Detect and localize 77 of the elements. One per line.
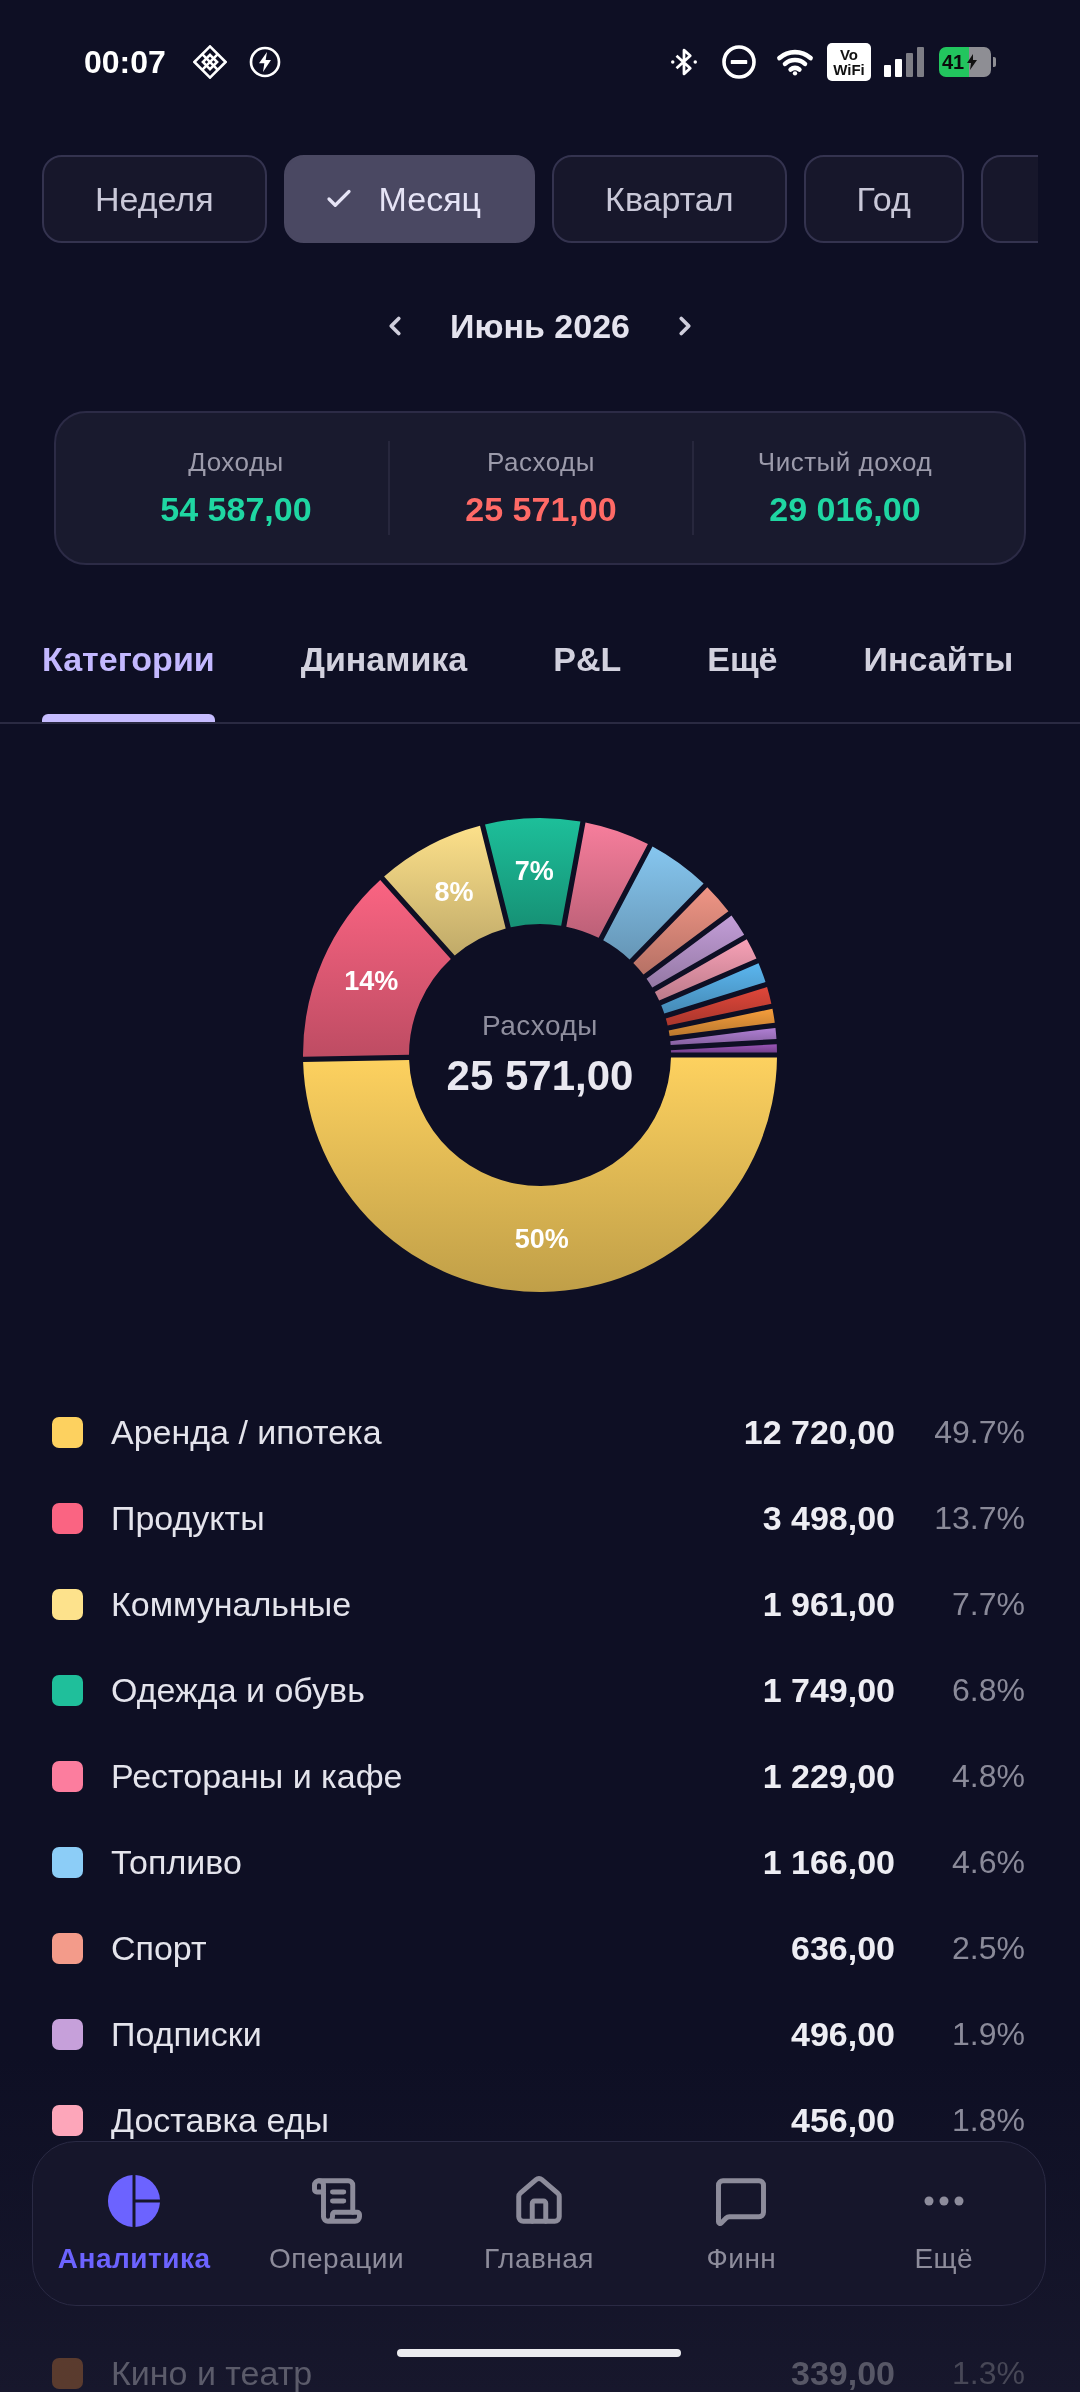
- category-percent: 7.7%: [951, 1587, 1025, 1621]
- category-amount: 1 229,00: [762, 1759, 895, 1793]
- category-row[interactable]: Одежда и обувь 1 749,00 6.8%: [0, 1670, 1080, 1710]
- category-amount: 636,00: [791, 1931, 895, 1965]
- category-name: Одежда и обувь: [111, 1673, 366, 1707]
- category-name: Спорт: [111, 1931, 208, 1965]
- category-name: Топливо: [111, 1845, 243, 1879]
- more-icon: [923, 2196, 964, 2206]
- nav-item[interactable]: Финн: [640, 2142, 843, 2305]
- category-amount: 456,00: [791, 2103, 895, 2137]
- charging-bolt-icon: [967, 54, 978, 70]
- category-name: Кино и театр: [111, 2356, 314, 2390]
- category-row[interactable]: Топливо 1 166,00 4.6%: [0, 1842, 1080, 1882]
- period-chip[interactable]: Месяц: [283, 155, 536, 243]
- category-percent: 2.5%: [951, 1931, 1025, 1965]
- section-tab[interactable]: Ещё: [707, 615, 778, 722]
- category-percent: 4.8%: [951, 1759, 1025, 1793]
- category-name: Аренда / ипотека: [111, 1415, 383, 1449]
- nav-item[interactable]: Аналитика: [33, 2142, 236, 2305]
- summary-value: 54 587,00: [160, 489, 312, 530]
- section-tab[interactable]: Инсайты: [863, 615, 1014, 722]
- category-amount: 1 166,00: [762, 1845, 895, 1879]
- category-name: Рестораны и кафе: [111, 1759, 404, 1793]
- category-amount: 1 749,00: [762, 1673, 895, 1707]
- section-tab[interactable]: Категории: [42, 615, 215, 722]
- signal-icon: [884, 47, 926, 77]
- category-name: Доставка еды: [111, 2103, 330, 2137]
- category-row[interactable]: Аренда / ипотека 12 720,00 49.7%: [0, 1412, 1080, 1452]
- category-row[interactable]: Рестораны и кафе 1 229,00 4.8%: [0, 1756, 1080, 1796]
- wifi-icon: [776, 48, 814, 76]
- period-title: Июнь 2026: [450, 305, 630, 347]
- donut-center-label: Расходы: [482, 1009, 598, 1043]
- category-amount: 12 720,00: [743, 1415, 895, 1449]
- category-name: Продукты: [111, 1501, 266, 1535]
- pie-chart-icon: [107, 2174, 162, 2228]
- section-tab[interactable]: P&L: [553, 615, 622, 722]
- vowifi-indicator: Vo WiFi: [827, 43, 871, 81]
- category-percent: 1.8%: [951, 2103, 1025, 2137]
- bluetooth-icon: [669, 46, 699, 78]
- category-row[interactable]: Доставка еды 456,00 1.8%: [0, 2100, 1080, 2140]
- section-tab[interactable]: Динамика: [300, 615, 468, 722]
- slice-label: 14%: [344, 966, 399, 997]
- diamond-grid-icon: [192, 45, 227, 79]
- bolt-circle-icon: [248, 46, 281, 78]
- category-percent: 49.7%: [933, 1415, 1025, 1449]
- category-row[interactable]: Продукты 3 498,00 13.7%: [0, 1498, 1080, 1538]
- category-percent: 4.6%: [951, 1845, 1025, 1879]
- category-name: Коммунальные: [111, 1587, 353, 1621]
- battery-percent-text: 41: [942, 51, 965, 73]
- nav-item[interactable]: Главная: [437, 2142, 641, 2305]
- summary-label: Расходы: [487, 446, 595, 479]
- summary-label: Доходы: [188, 446, 284, 479]
- category-amount: 496,00: [791, 2017, 895, 2051]
- slice-label: 8%: [434, 877, 474, 908]
- summary-value: 25 571,00: [465, 489, 617, 530]
- category-amount: 1 961,00: [762, 1587, 895, 1621]
- period-chip[interactable]: Неделя: [42, 155, 267, 243]
- summary-value: 29 016,00: [769, 489, 921, 530]
- period-chip[interactable]: Квартал: [552, 155, 787, 243]
- nav-item[interactable]: Ещё: [842, 2142, 1045, 2305]
- category-amount: 3 498,00: [762, 1501, 895, 1535]
- status-time: 00:07: [84, 43, 166, 82]
- category-row[interactable]: Спорт 636,00 2.5%: [0, 1928, 1080, 1968]
- category-percent: 6.8%: [951, 1673, 1025, 1707]
- donut-center-value: 25 571,00: [446, 1051, 634, 1101]
- slice-label: 50%: [514, 1224, 569, 1254]
- category-row[interactable]: Подписки 496,00 1.9%: [0, 2014, 1080, 2054]
- slice-label: 7%: [514, 856, 554, 887]
- category-percent: 13.7%: [933, 1501, 1025, 1535]
- nav-item[interactable]: Операции: [235, 2142, 438, 2305]
- summary-label: Чистый доход: [757, 446, 933, 479]
- do-not-disturb-icon: [721, 44, 757, 80]
- category-amount: 339,00: [791, 2356, 895, 2390]
- category-row[interactable]: Коммунальные 1 961,00 7.7%: [0, 1584, 1080, 1624]
- category-name: Подписки: [111, 2017, 263, 2051]
- category-percent: 1.9%: [951, 2017, 1025, 2051]
- period-chip[interactable]: Год: [803, 155, 964, 243]
